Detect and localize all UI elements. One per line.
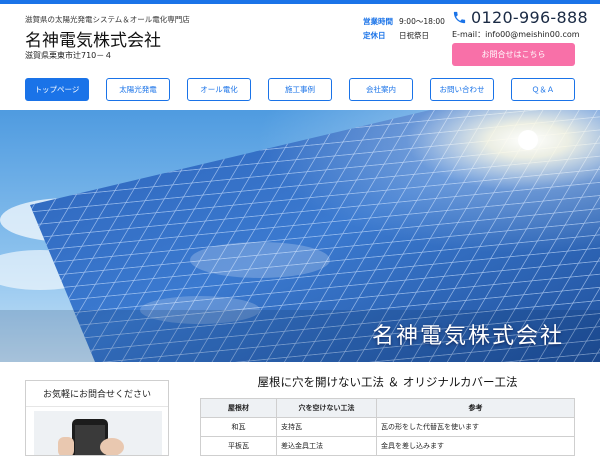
- section-title: 屋根に穴を開けない工法 ＆ オリジナルカバー工法: [257, 375, 518, 389]
- nav-item-solar[interactable]: 太陽光発電: [106, 78, 170, 101]
- top-accent-bar: [0, 0, 600, 4]
- phone-number: 0120-996-888: [471, 8, 588, 27]
- hero-title: 名神電気株式会社: [371, 324, 564, 349]
- table-row: 和瓦 支持瓦 瓦の形をした代替瓦を使います: [200, 417, 575, 437]
- email-address[interactable]: E-mail：info00@meishin00.com: [452, 29, 580, 40]
- nav-item-cases[interactable]: 施工事例: [268, 78, 332, 101]
- table-cell: 和瓦: [200, 417, 277, 437]
- table-header: 穴を空けない工法: [276, 398, 377, 418]
- hours-label: 営業時間: [363, 17, 393, 26]
- table-cell: 金具を差し込みます: [376, 436, 575, 456]
- nav-item-top[interactable]: トップページ: [25, 78, 89, 101]
- table-header: 屋根材: [200, 398, 277, 418]
- nav-item-all-electric[interactable]: オール電化: [187, 78, 251, 101]
- nav-item-contact[interactable]: お問い合わせ: [430, 78, 494, 101]
- smartphone-icon: [34, 411, 162, 455]
- main-nav: トップページ 太陽光発電 オール電化 施工事例 会社案内 お問い合わせ Ｑ＆Ａ: [25, 78, 575, 101]
- sidebar-contact-card[interactable]: お気軽にお問合せください: [25, 380, 169, 456]
- table-cell: 差込金具工法: [276, 436, 377, 456]
- smartphone-photo: [34, 411, 162, 455]
- hours-value: 9:00～18:00: [399, 17, 445, 26]
- nav-item-company[interactable]: 会社案内: [349, 78, 413, 101]
- sidebar-heading: お気軽にお問合せください: [26, 381, 168, 407]
- business-hours: 営業時間 9:00～18:00 定休日 日祝祭日: [363, 15, 445, 43]
- table-cell: 平板瓦: [200, 436, 277, 456]
- table-header-row: 屋根材 穴を空けない工法 参考: [200, 398, 575, 418]
- nav-item-faq[interactable]: Ｑ＆Ａ: [511, 78, 575, 101]
- table-cell: 瓦の形をした代替瓦を使います: [376, 417, 575, 437]
- holiday-value: 日祝祭日: [399, 31, 429, 40]
- contact-button[interactable]: お問合せはこちら: [452, 43, 575, 66]
- holiday-label: 定休日: [363, 31, 386, 40]
- table-row: 平板瓦 差込金具工法 金具を差し込みます: [200, 436, 575, 456]
- table-header: 参考: [376, 398, 575, 418]
- phone-contact[interactable]: 0120-996-888: [452, 8, 588, 27]
- roof-method-table: 屋根材 穴を空けない工法 参考 和瓦 支持瓦 瓦の形をした代替瓦を使います 平板…: [200, 398, 575, 456]
- company-address: 滋賀県栗東市辻710－４: [25, 51, 113, 60]
- site-tagline: 滋賀県の太陽光発電システム＆オール電化専門店: [25, 15, 190, 24]
- company-logo-text[interactable]: 名神電気株式会社: [25, 26, 161, 51]
- hero-banner: 名神電気株式会社: [0, 110, 600, 362]
- phone-icon: [453, 11, 466, 24]
- table-cell: 支持瓦: [276, 417, 377, 437]
